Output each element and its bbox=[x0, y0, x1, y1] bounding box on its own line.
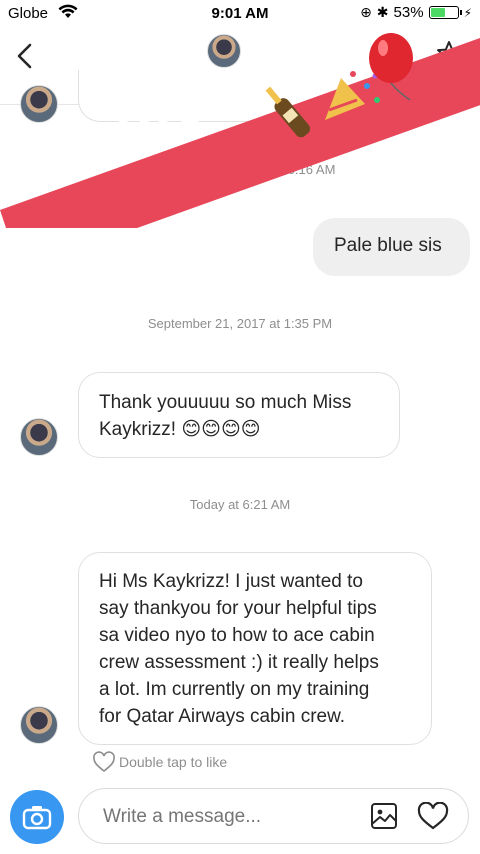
battery-icon bbox=[428, 6, 462, 19]
message-input[interactable] bbox=[101, 803, 365, 831]
avatar bbox=[20, 85, 58, 123]
message-timestamp: September 21, 2017 at 10:16 AM bbox=[144, 162, 336, 177]
message-text-line: crew assessment :) it really helps bbox=[99, 652, 379, 673]
charging-icon: ⚡ bbox=[463, 5, 472, 20]
message-bubble-partial[interactable] bbox=[78, 70, 400, 122]
battery-percent: 53% bbox=[393, 4, 424, 21]
avatar bbox=[20, 706, 58, 744]
bluetooth-icon: ✱ bbox=[376, 4, 389, 20]
incoming-message[interactable]: Thank youuuuu so much Miss Kaykrizz! 😊😊😊… bbox=[78, 372, 400, 458]
message-text-line: Hi Ms Kaykrizz! I just wanted to bbox=[99, 571, 363, 592]
like-hint-text: Double tap to like bbox=[119, 754, 228, 770]
message-timestamp: Today at 6:21 AM bbox=[189, 497, 291, 512]
star-icon[interactable] bbox=[436, 40, 462, 66]
message-text-line: a lot. Im currently on my training bbox=[99, 679, 370, 700]
message-text-line: Kaykrizz! 😊😊😊😊 bbox=[99, 419, 261, 440]
message-text-line: say thankyou for your helpful tips bbox=[99, 598, 377, 619]
message-text-line: for Qatar Airways cabin crew. bbox=[99, 706, 346, 727]
message-text-line: Thank youuuuu so much Miss bbox=[99, 392, 352, 413]
rotation-lock-icon: ⊕ bbox=[360, 4, 372, 20]
heart-icon bbox=[93, 751, 115, 773]
avatar bbox=[20, 418, 58, 456]
like-hint[interactable]: Double tap to like bbox=[92, 751, 227, 773]
message-text: Pale blue sis bbox=[334, 235, 442, 256]
outgoing-message[interactable]: Pale blue sis bbox=[313, 218, 470, 276]
back-icon[interactable] bbox=[14, 42, 38, 70]
status-bar: Globe 9:01 AM ⊕ ✱ 53% ⚡ bbox=[0, 0, 480, 28]
avatar[interactable] bbox=[207, 34, 241, 68]
camera-icon bbox=[22, 806, 52, 830]
heart-icon[interactable] bbox=[417, 802, 449, 830]
message-composer bbox=[78, 788, 469, 844]
incoming-message[interactable]: Hi Ms Kaykrizz! I just wanted to say tha… bbox=[78, 552, 432, 745]
gallery-icon[interactable] bbox=[370, 802, 398, 830]
camera-button[interactable] bbox=[10, 790, 64, 844]
message-timestamp: September 21, 2017 at 1:35 PM bbox=[147, 316, 333, 331]
message-text-line: sa video nyo to how to ace cabin bbox=[99, 625, 375, 646]
